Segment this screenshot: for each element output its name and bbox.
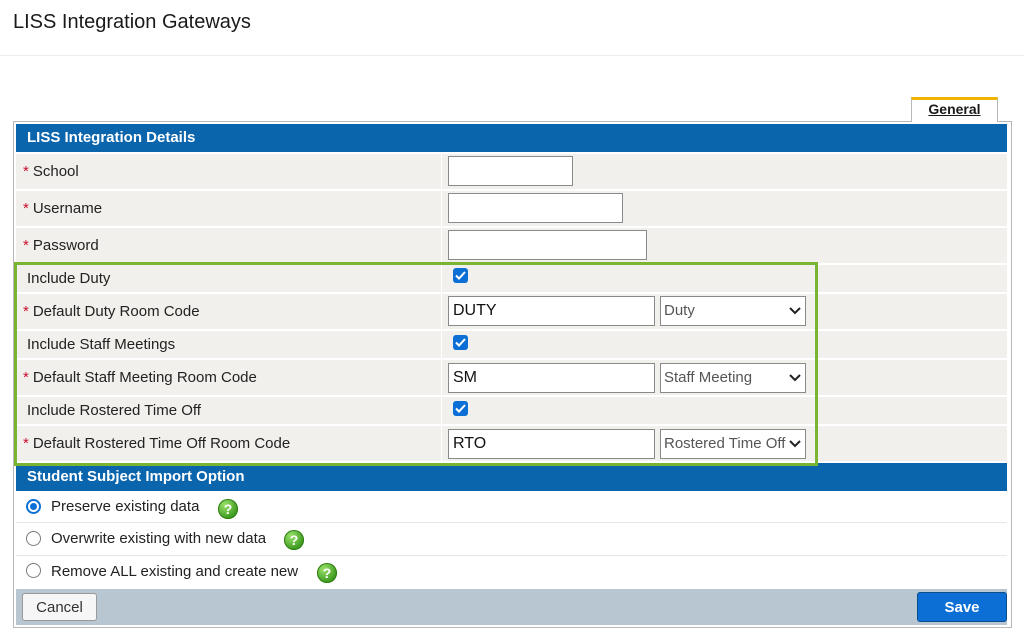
required-marker: *	[23, 200, 29, 217]
include-rostered-label-text: Include Rostered Time Off	[27, 402, 201, 419]
footer-bar: Cancel Save	[16, 589, 1007, 625]
duty-room-label-text: Default Duty Room Code	[32, 303, 200, 320]
staff-meeting-room-select-value: Staff Meeting	[664, 369, 753, 386]
radio-row-overwrite: Overwrite existing with new data ?	[16, 524, 1007, 556]
school-label: * School	[16, 154, 441, 189]
chevron-down-icon	[789, 307, 801, 315]
cancel-button[interactable]: Cancel	[22, 593, 97, 621]
include-duty-checkbox[interactable]	[453, 268, 468, 283]
page-title: LISS Integration Gateways	[13, 11, 251, 33]
column-divider	[441, 191, 442, 226]
duty-room-code-input[interactable]	[448, 296, 655, 326]
row-include-rostered: Include Rostered Time Off	[16, 397, 1007, 424]
radio-row-remove-all: Remove ALL existing and create new ?	[16, 557, 1007, 588]
radio-row-preserve: Preserve existing data ?	[16, 491, 1007, 523]
column-divider	[441, 265, 442, 292]
rostered-room-select[interactable]: Rostered Time Off	[660, 429, 806, 459]
tab-general[interactable]: General	[911, 97, 998, 122]
duty-room-select-value: Duty	[664, 302, 695, 319]
rostered-room-code-input[interactable]	[448, 429, 655, 459]
password-input[interactable]	[448, 230, 647, 260]
overwrite-existing-label: Overwrite existing with new data	[51, 530, 267, 547]
school-input[interactable]	[448, 156, 573, 186]
overwrite-existing-radio[interactable]	[26, 531, 41, 546]
check-icon	[455, 404, 466, 413]
tab-general-label: General	[928, 101, 981, 117]
check-icon	[455, 271, 466, 280]
duty-room-select[interactable]: Duty	[660, 296, 806, 326]
required-marker: *	[23, 303, 29, 320]
row-password: * Password	[16, 228, 1007, 263]
username-input[interactable]	[448, 193, 623, 223]
rostered-room-select-value: Rostered Time Off	[664, 435, 786, 452]
password-label-text: Password	[32, 237, 99, 254]
include-rostered-label: Include Rostered Time Off	[16, 397, 441, 424]
password-label: * Password	[16, 228, 441, 263]
username-label-text: Username	[32, 200, 103, 217]
include-duty-label-text: Include Duty	[27, 270, 111, 287]
row-username: * Username	[16, 191, 1007, 226]
column-divider	[441, 426, 442, 461]
section-header-import-option: Student Subject Import Option	[16, 463, 1007, 491]
staff-meeting-room-select[interactable]: Staff Meeting	[660, 363, 806, 393]
include-staff-meetings-label-text: Include Staff Meetings	[27, 336, 176, 353]
staff-meeting-room-label-text: Default Staff Meeting Room Code	[32, 369, 257, 386]
include-staff-meetings-label: Include Staff Meetings	[16, 331, 441, 358]
staff-meeting-room-code-input[interactable]	[448, 363, 655, 393]
title-divider	[0, 55, 1024, 56]
username-label: * Username	[16, 191, 441, 226]
help-icon[interactable]: ?	[284, 530, 304, 550]
school-label-text: School	[32, 163, 79, 180]
staff-meeting-room-label: * Default Staff Meeting Room Code	[16, 360, 441, 395]
row-duty-room: * Default Duty Room Code Duty	[16, 294, 1007, 329]
column-divider	[441, 294, 442, 329]
required-marker: *	[23, 163, 29, 180]
help-icon[interactable]: ?	[317, 563, 337, 583]
column-divider	[441, 360, 442, 395]
required-marker: *	[23, 237, 29, 254]
remove-all-radio[interactable]	[26, 563, 41, 578]
rostered-room-label-text: Default Rostered Time Off Room Code	[32, 435, 291, 452]
row-include-staff-meetings: Include Staff Meetings	[16, 331, 1007, 358]
column-divider	[441, 397, 442, 424]
include-duty-label: Include Duty	[16, 265, 441, 292]
rostered-room-label: * Default Rostered Time Off Room Code	[16, 426, 441, 461]
column-divider	[441, 154, 442, 189]
chevron-down-icon	[789, 440, 801, 448]
remove-all-label: Remove ALL existing and create new	[51, 563, 299, 580]
required-marker: *	[23, 435, 29, 452]
chevron-down-icon	[789, 374, 801, 382]
check-icon	[455, 338, 466, 347]
include-rostered-checkbox[interactable]	[453, 401, 468, 416]
include-staff-meetings-checkbox[interactable]	[453, 335, 468, 350]
row-include-duty: Include Duty	[16, 265, 1007, 292]
duty-room-label: * Default Duty Room Code	[16, 294, 441, 329]
column-divider	[441, 331, 442, 358]
row-rostered-room: *Default Rostered Time Off Room Code Ros…	[16, 426, 1007, 461]
section-header-liss-details: LISS Integration Details	[16, 124, 1007, 152]
preserve-existing-label: Preserve existing data	[51, 498, 200, 515]
row-staff-meeting-room: *Default Staff Meeting Room Code Staff M…	[16, 360, 1007, 395]
row-school: * School	[16, 154, 1007, 189]
required-marker: *	[23, 369, 29, 386]
column-divider	[441, 228, 442, 263]
save-button[interactable]: Save	[917, 592, 1007, 622]
preserve-existing-radio[interactable]	[26, 499, 41, 514]
help-icon[interactable]: ?	[218, 499, 238, 519]
